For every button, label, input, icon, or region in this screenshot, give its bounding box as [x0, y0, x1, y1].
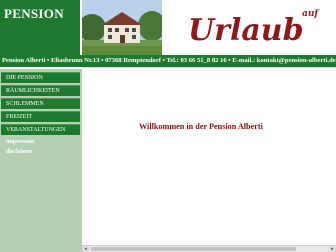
arrow-left-icon[interactable]: ◂ — [82, 246, 89, 252]
brand-block: PENSION — [0, 0, 80, 55]
brand-title: PENSION — [4, 6, 64, 21]
nav-link-impressum[interactable]: impressum — [6, 138, 34, 147]
nav-item-veranstaltungen[interactable]: VERANSTALTUNGEN — [1, 124, 80, 135]
nav-item-schlemmen[interactable]: SCHLEMMEN — [1, 98, 80, 109]
address-bar: Pension Alberti • Eliasbrunn Nr.13 • 073… — [0, 55, 336, 67]
urlaub-word: Urlaub — [188, 13, 304, 48]
nav-item-die-pension[interactable]: DIE PENSION — [1, 72, 80, 83]
pension-photo — [82, 0, 162, 55]
welcome-heading: Willkommen in der Pension Alberti — [139, 122, 263, 131]
header-banner: PENSION Urlaub auf — [0, 0, 336, 55]
nav-link-disclaimer[interactable]: disclaimer — [6, 148, 33, 157]
nav-item-freizeit[interactable]: FREIZEIT — [1, 111, 80, 122]
arrow-right-icon[interactable]: ▸ — [329, 246, 336, 252]
horizontal-scrollbar[interactable]: ◂ ▸ — [82, 245, 336, 252]
urlaub-small: auf — [302, 9, 320, 19]
urlaub-logo: Urlaub auf — [182, 2, 332, 52]
sidebar-nav: DIE PENSION RÄUMLICHKEITEN SCHLEMMEN FRE… — [0, 69, 82, 252]
scrollbar-thumb[interactable] — [91, 247, 296, 251]
nav-item-raeumlichkeiten[interactable]: RÄUMLICHKEITEN — [1, 85, 80, 96]
main-content: Willkommen in der Pension Alberti — [82, 67, 336, 245]
